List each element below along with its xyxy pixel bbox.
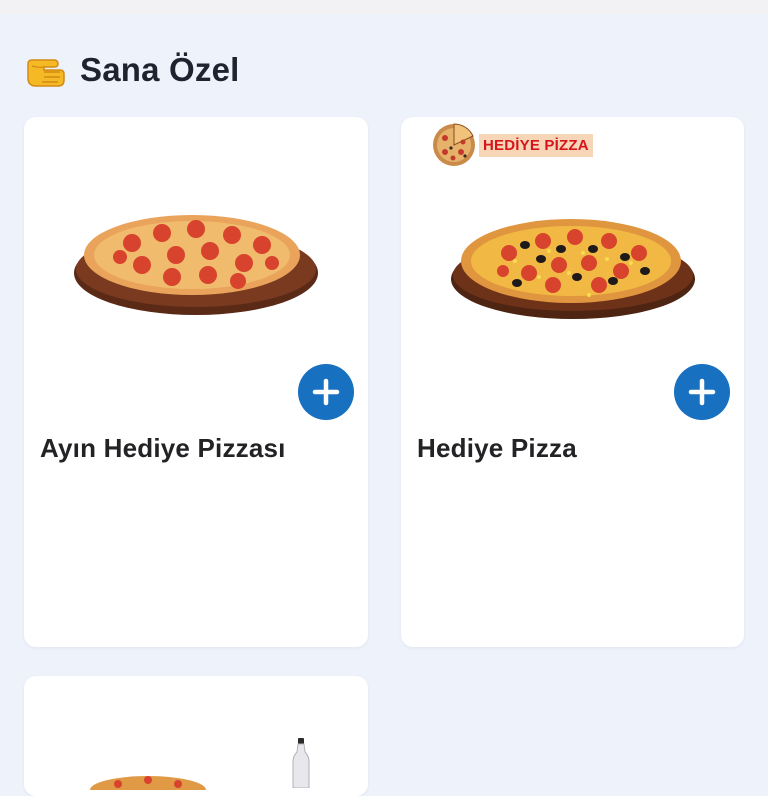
product-card-hediye-pizza[interactable]: HEDİYE PİZZA Hediye Pizza [401,117,744,647]
product-card-pizza-and-soda[interactable] [24,676,368,796]
product-name: Ayın Hediye Pizzası [40,433,286,463]
pointing-hand-emoji-icon [27,59,65,87]
product-name: Hediye Pizza [417,433,577,463]
plus-icon [688,378,716,406]
add-to-cart-button[interactable] [674,364,730,420]
hediye-pizza-badge: HEDİYE PİZZA [431,121,593,169]
pizza-and-soda-image [90,776,206,790]
mixed-pizza-image [451,219,695,319]
product-card-ayin-hediye-pizzasi[interactable]: Ayın Hediye Pizzası [24,117,368,647]
add-to-cart-button[interactable] [298,364,354,420]
soda-bottle-icon [292,738,310,788]
plus-icon [312,378,340,406]
top-status-strip [0,0,768,14]
section-title: Sana Özel [80,51,240,88]
badge-text: HEDİYE PİZZA [479,133,593,157]
pepperoni-pizza-image [74,215,318,315]
pizza-slice-logo-icon [433,123,475,166]
section-header: Sana Özel [24,46,240,94]
